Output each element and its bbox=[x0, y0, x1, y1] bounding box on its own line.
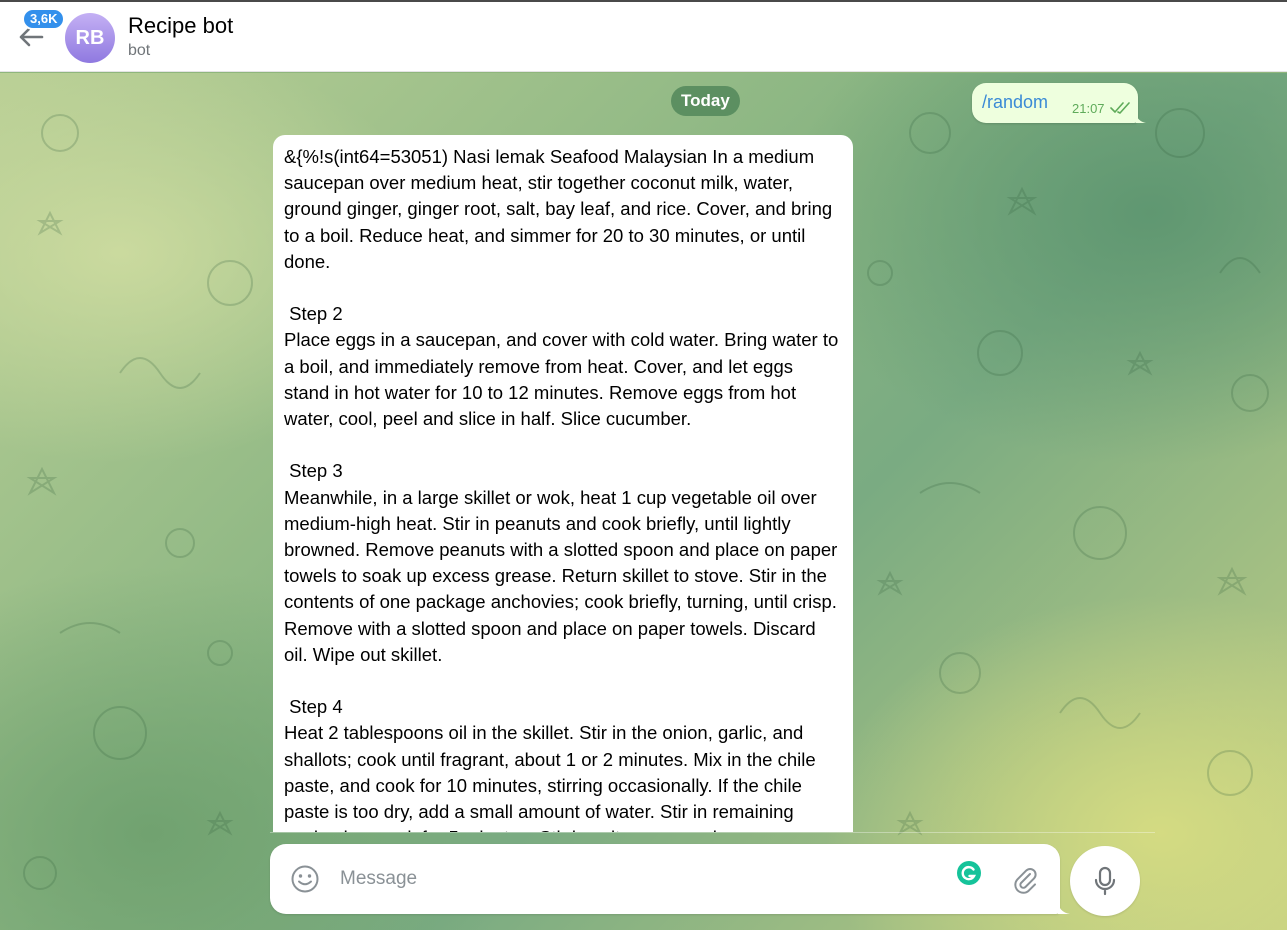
chat-title[interactable]: Recipe bot bbox=[128, 13, 233, 39]
smiley-icon[interactable] bbox=[290, 864, 320, 894]
outgoing-message-text: /random bbox=[982, 92, 1049, 112]
chat-header: 3,6K RB Recipe bot bot bbox=[0, 2, 1287, 72]
voice-message-button[interactable] bbox=[1070, 846, 1140, 916]
chat-status: bot bbox=[128, 42, 151, 59]
message-input[interactable] bbox=[340, 865, 940, 893]
microphone-icon bbox=[1094, 866, 1116, 896]
bubble-tail bbox=[1136, 111, 1146, 123]
composer-tail bbox=[1058, 900, 1070, 914]
grammarly-icon[interactable] bbox=[957, 861, 981, 885]
message-time: 21:07 bbox=[1072, 101, 1105, 116]
incoming-message-text: &{%!s(int64=53051) Nasi lemak Seafood Ma… bbox=[284, 146, 839, 832]
avatar[interactable]: RB bbox=[65, 13, 115, 63]
unread-count-badge: 3,6K bbox=[22, 8, 66, 30]
message-composer bbox=[270, 844, 1070, 914]
outgoing-message[interactable]: /random 21:07 bbox=[972, 83, 1146, 123]
date-divider: Today bbox=[671, 86, 740, 116]
double-check-icon bbox=[1110, 102, 1130, 114]
scroll-edge bbox=[270, 832, 1155, 833]
incoming-message[interactable]: &{%!s(int64=53051) Nasi lemak Seafood Ma… bbox=[273, 135, 853, 832]
paperclip-icon[interactable] bbox=[1010, 865, 1040, 895]
